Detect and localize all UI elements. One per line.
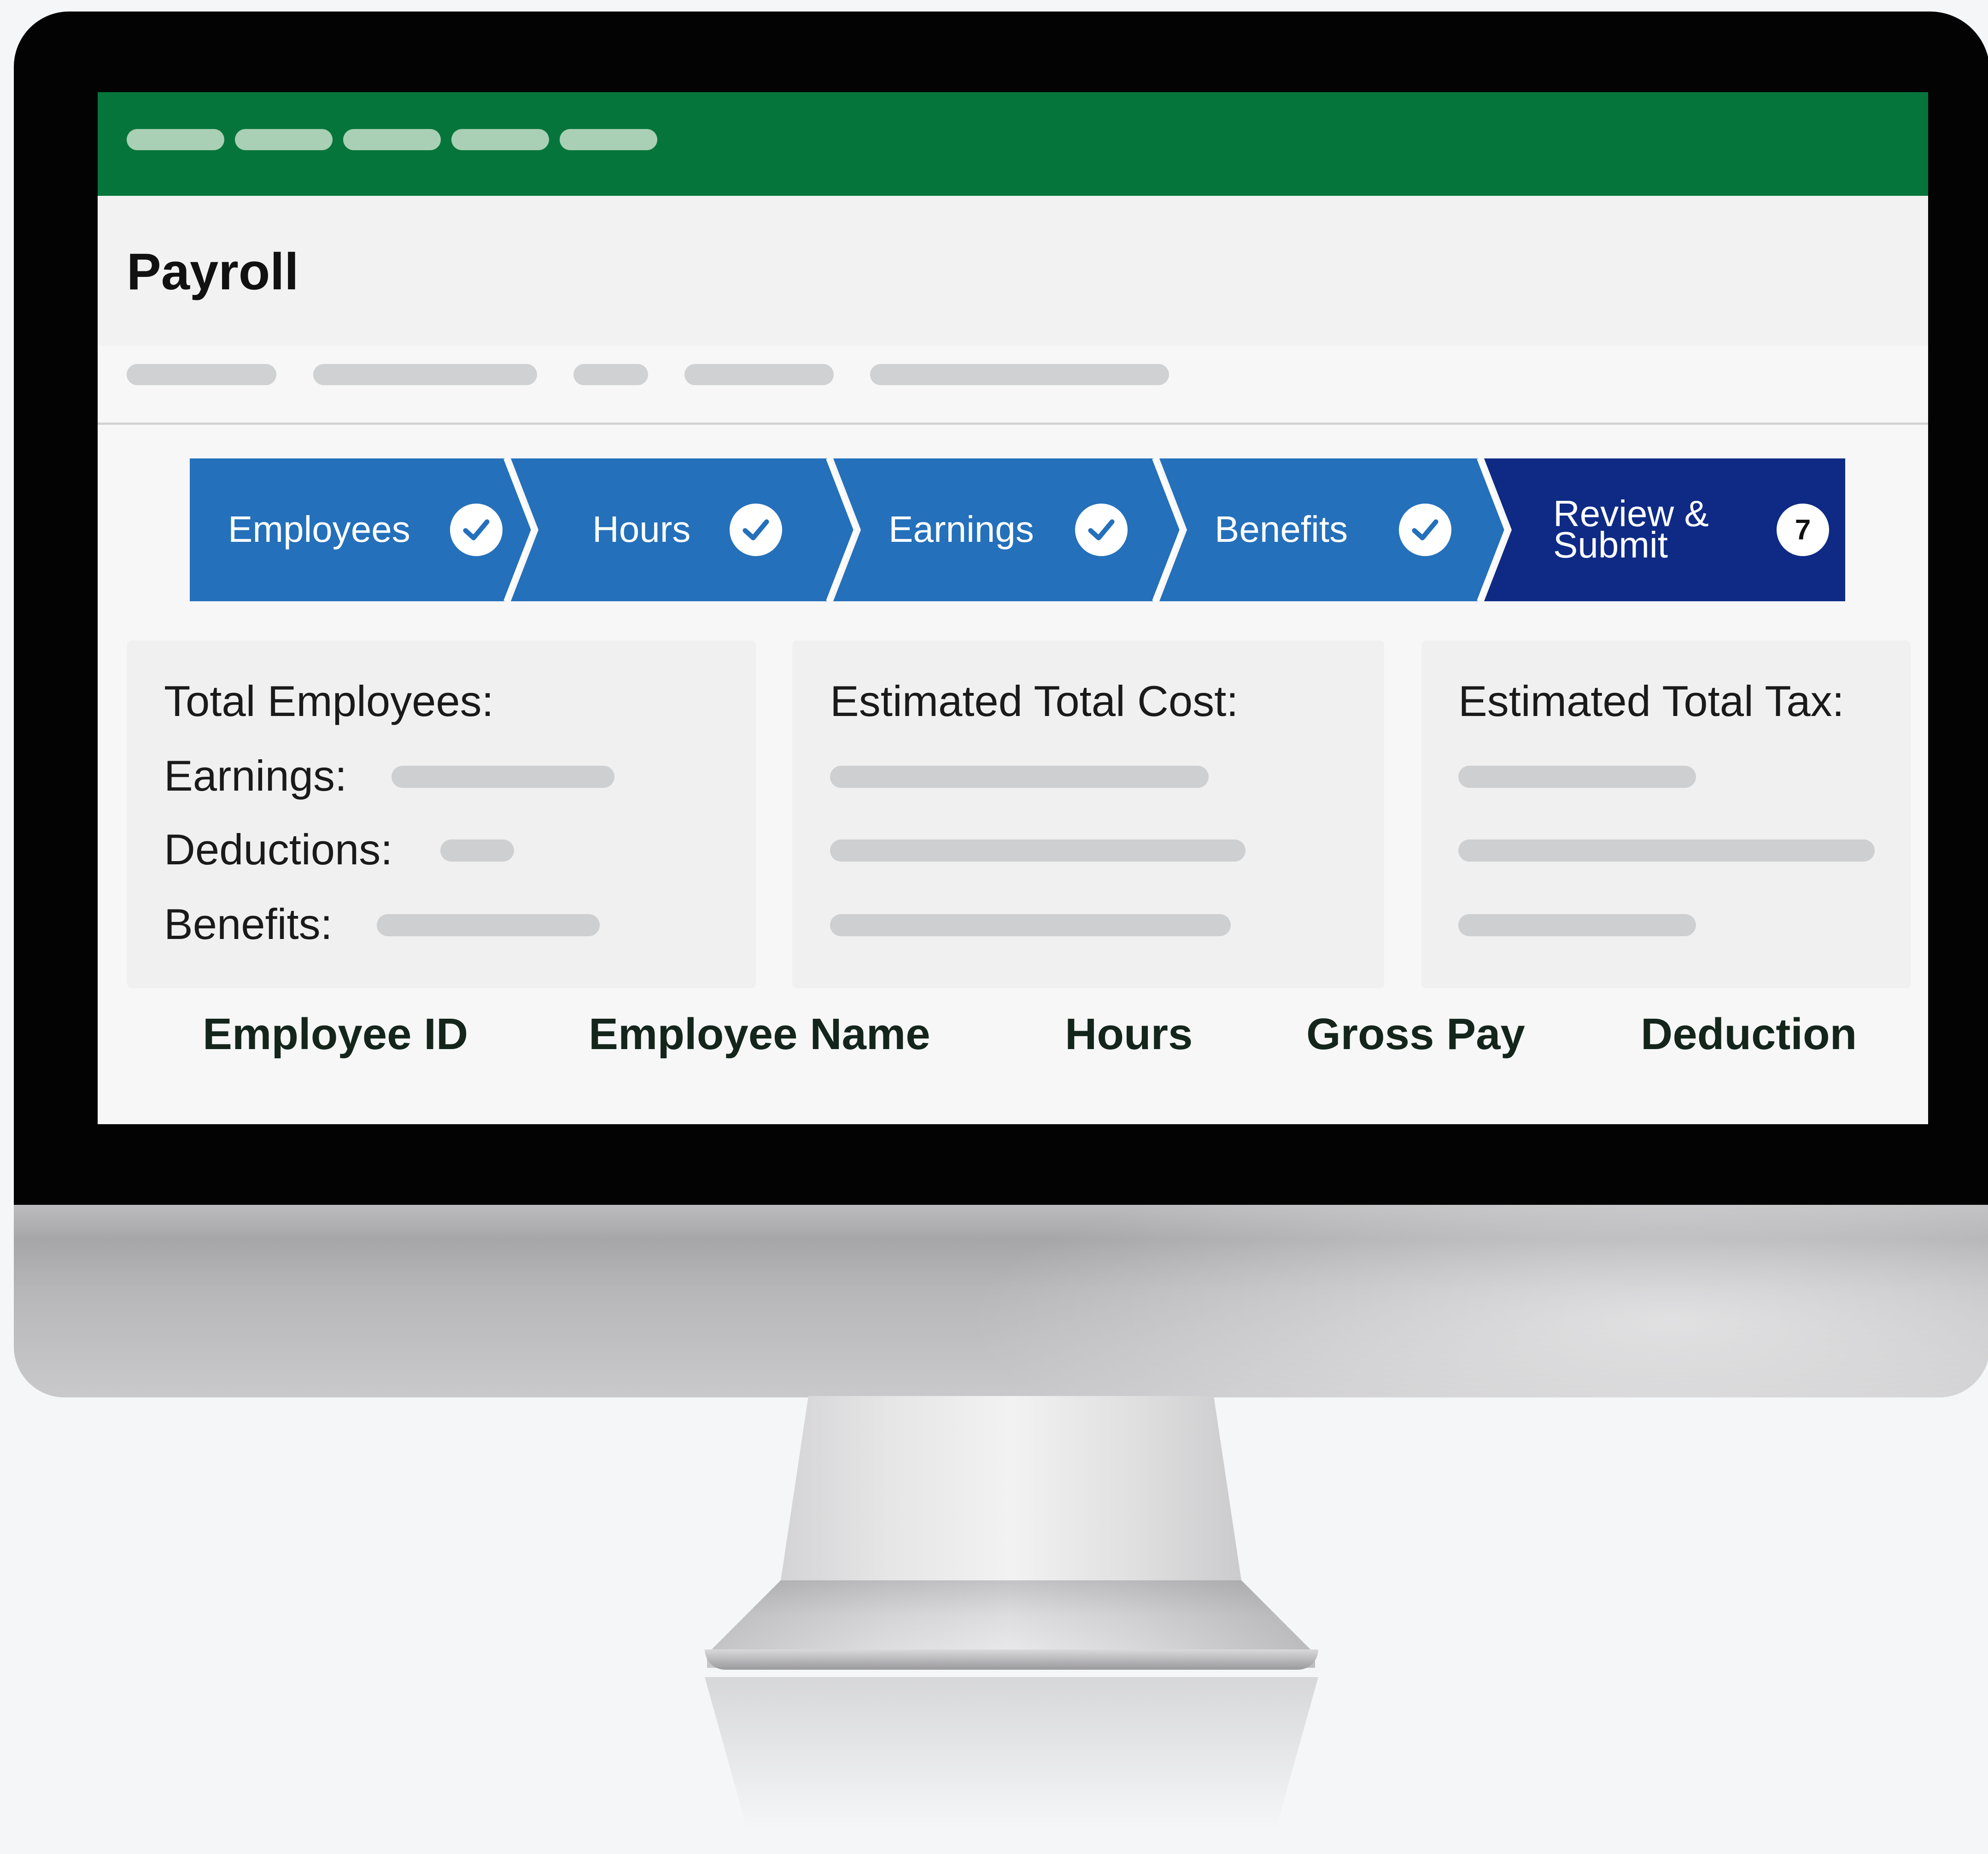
title-bar: Payroll: [98, 196, 1928, 346]
cost-line-placeholder: [830, 766, 1209, 788]
step-hours[interactable]: Hours: [511, 458, 855, 601]
step-label: Review & Submit: [1553, 493, 1709, 565]
sub-nav-placeholder[interactable]: [684, 364, 834, 385]
column-header-employee-id[interactable]: Employee ID: [203, 1009, 468, 1060]
cost-summary-card: Estimated Total Cost:: [792, 640, 1384, 988]
badge-number: 7: [1795, 514, 1811, 546]
step-label: Hours: [592, 509, 691, 550]
stand-reflection: [705, 1677, 1318, 1829]
page-title: Payroll: [127, 243, 299, 300]
header-nav-placeholder[interactable]: [451, 129, 549, 150]
employees-summary-card: Total Employees: Earnings: Deductions: B…: [127, 640, 756, 988]
earnings-value-placeholder: [392, 766, 614, 788]
step-review-submit[interactable]: Review & Submit 7: [1484, 458, 1845, 601]
sub-nav-placeholder[interactable]: [127, 364, 276, 385]
monitor-stand-base: [705, 1649, 1318, 1670]
step-benefits[interactable]: Benefits: [1159, 458, 1506, 601]
tax-line-placeholder: [1458, 914, 1696, 936]
step-label: Earnings: [889, 509, 1034, 550]
total-employees-label: Total Employees:: [164, 677, 494, 725]
check-icon: [1399, 504, 1451, 556]
sub-nav-placeholder[interactable]: [870, 364, 1169, 385]
estimated-total-tax-label: Estimated Total Tax:: [1458, 677, 1844, 725]
chin-highlight: [843, 1205, 1988, 1397]
deductions-value-placeholder: [440, 839, 514, 862]
check-icon: [730, 504, 782, 556]
cost-line-placeholder: [830, 839, 1245, 862]
step-label: Employees: [228, 509, 410, 550]
column-header-employee-name[interactable]: Employee Name: [589, 1009, 930, 1060]
column-header-hours[interactable]: Hours: [1065, 1009, 1193, 1060]
step-label: Benefits: [1215, 509, 1348, 550]
earnings-label: Earnings:: [164, 751, 347, 800]
screen: Payroll Employees Hours Earnings Benefit…: [98, 92, 1928, 1124]
benefits-value-placeholder: [377, 914, 600, 936]
progress-stepper: Employees Hours Earnings Benefits Review: [190, 458, 1845, 601]
step-count-badge: 7: [1777, 504, 1829, 556]
header-nav-placeholder[interactable]: [127, 129, 224, 150]
tax-line-placeholder: [1458, 766, 1696, 788]
column-header-gross-pay[interactable]: Gross Pay: [1306, 1009, 1525, 1060]
estimated-total-cost-label: Estimated Total Cost:: [830, 677, 1239, 725]
header-nav-placeholder[interactable]: [343, 129, 441, 150]
step-employees[interactable]: Employees: [190, 458, 533, 601]
header-nav-placeholder[interactable]: [235, 129, 333, 150]
sub-nav-placeholder[interactable]: [573, 364, 648, 385]
tax-line-placeholder: [1458, 839, 1875, 862]
check-icon: [1075, 504, 1128, 556]
deductions-label: Deductions:: [164, 825, 393, 874]
monitor-chin: [14, 1205, 1988, 1397]
column-header-deduction[interactable]: Deduction: [1641, 1009, 1857, 1060]
sub-nav-placeholder[interactable]: [313, 364, 537, 385]
header-nav-placeholder[interactable]: [560, 129, 657, 150]
check-icon: [450, 504, 503, 556]
step-earnings[interactable]: Earnings: [833, 458, 1181, 601]
sub-navigation: [98, 346, 1928, 425]
tax-summary-card: Estimated Total Tax:: [1421, 640, 1911, 988]
cost-line-placeholder: [830, 914, 1231, 936]
benefits-label: Benefits:: [164, 900, 333, 948]
app-header-bar: [98, 92, 1928, 196]
